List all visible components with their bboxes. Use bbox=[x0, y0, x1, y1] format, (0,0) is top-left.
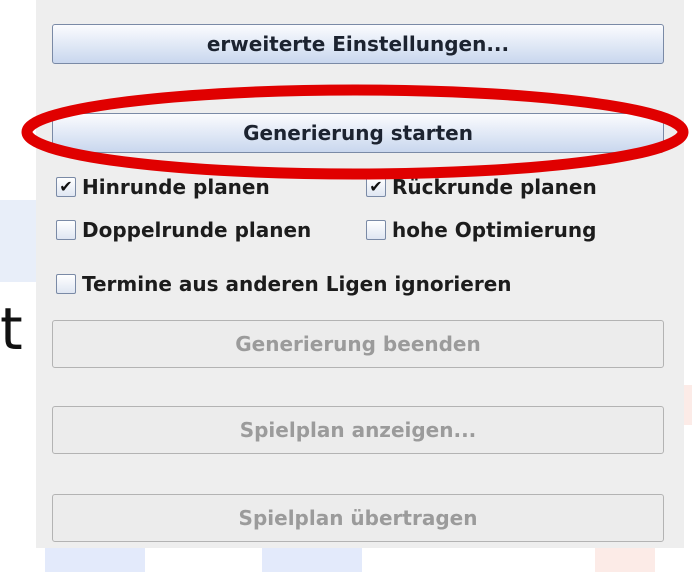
checkbox-double-round-label: Doppelrunde planen bbox=[82, 218, 312, 242]
checkbox-high-optimization[interactable]: hohe Optimierung bbox=[366, 218, 596, 242]
checkbox-double-round-box[interactable] bbox=[56, 220, 76, 240]
checkbox-ignore-other-leagues[interactable]: Termine aus anderen Ligen ignorieren bbox=[56, 272, 512, 296]
show-schedule-label: Spielplan anzeigen... bbox=[239, 418, 477, 442]
checkbox-first-half-box[interactable]: ✔ bbox=[56, 177, 76, 197]
background-fragment bbox=[262, 548, 362, 572]
schedule-generation-panel: erweiterte Einstellungen... Generierung … bbox=[36, 0, 684, 548]
transfer-schedule-label: Spielplan übertragen bbox=[238, 506, 478, 530]
checkbox-high-optimization-box[interactable] bbox=[366, 220, 386, 240]
checkbox-second-half-label: Rückrunde planen bbox=[392, 175, 597, 199]
background-fragment bbox=[595, 548, 655, 572]
checkbox-second-half[interactable]: ✔ Rückrunde planen bbox=[366, 175, 597, 199]
checkbox-second-half-box[interactable]: ✔ bbox=[366, 177, 386, 197]
advanced-settings-label: erweiterte Einstellungen... bbox=[206, 32, 510, 56]
transfer-schedule-button[interactable]: Spielplan übertragen bbox=[52, 494, 664, 542]
end-generation-button[interactable]: Generierung beenden bbox=[52, 320, 664, 368]
checkbox-double-round[interactable]: Doppelrunde planen bbox=[56, 218, 311, 242]
background-text-fragment: t bbox=[0, 295, 23, 363]
checkbox-first-half[interactable]: ✔ Hinrunde planen bbox=[56, 175, 270, 199]
start-generation-label: Generierung starten bbox=[243, 121, 473, 145]
background-fragment bbox=[45, 548, 145, 572]
advanced-settings-button[interactable]: erweiterte Einstellungen... bbox=[52, 24, 664, 64]
start-generation-button[interactable]: Generierung starten bbox=[52, 113, 664, 153]
checkbox-first-half-label: Hinrunde planen bbox=[82, 175, 270, 199]
show-schedule-button[interactable]: Spielplan anzeigen... bbox=[52, 406, 664, 454]
checkbox-high-optimization-label: hohe Optimierung bbox=[392, 218, 597, 242]
checkbox-ignore-other-leagues-box[interactable] bbox=[56, 274, 76, 294]
end-generation-label: Generierung beenden bbox=[235, 332, 481, 356]
checkbox-ignore-other-leagues-label: Termine aus anderen Ligen ignorieren bbox=[82, 272, 512, 296]
